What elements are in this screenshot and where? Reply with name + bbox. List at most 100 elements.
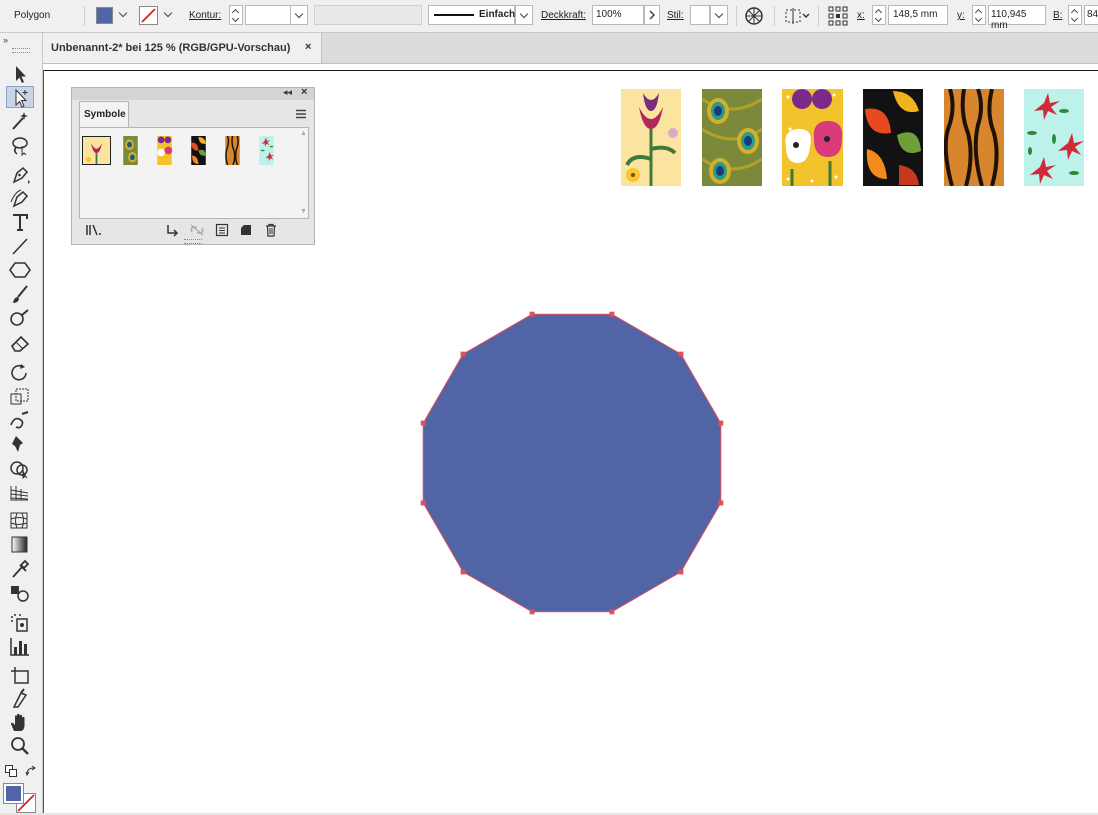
symbol-instance-tiger-stripes[interactable] [944,89,1004,186]
swap-fill-stroke-icon[interactable] [25,765,37,777]
break-link-icon[interactable] [189,223,205,237]
close-panel-icon[interactable]: × [301,86,307,98]
symbol-thumbnail-tiger-stripes[interactable] [218,136,247,165]
gradient-tool-icon[interactable] [6,533,34,555]
slice-tool-icon[interactable] [6,687,34,709]
blob-brush-tool-icon[interactable] [6,307,34,329]
panel-header[interactable]: ◂◂ × [72,86,314,100]
width-field[interactable]: 84 [1084,5,1098,25]
symbol-instance-pansy[interactable] [782,89,843,186]
symbol-thumbnail-pansy[interactable] [150,136,179,165]
toolbar-collapse-icon[interactable]: » [3,35,8,45]
stroke-color-swatch[interactable] [139,6,158,25]
lasso-tool-icon[interactable] [6,134,34,156]
selected-polygon[interactable] [415,306,731,620]
symbol-thumbnail-poinsettia[interactable] [252,136,281,165]
anchor-point[interactable] [678,569,684,575]
anchor-point[interactable] [529,609,535,615]
artboard-tool-icon[interactable] [6,663,34,685]
symbol-instance-lily[interactable] [621,89,681,186]
shape-builder-tool-icon[interactable] [6,457,34,479]
hand-tool-icon[interactable] [6,711,34,733]
delete-symbol-icon[interactable] [264,223,278,237]
opacity-label[interactable]: Deckkraft: [541,10,586,21]
symbol-instance-autumn-leaves[interactable] [863,89,923,186]
x-stepper[interactable] [872,5,886,25]
y-field[interactable]: 110,945 mm [988,5,1046,31]
type-tool-icon[interactable] [6,211,34,233]
symbols-tab[interactable]: Symbole [79,101,129,127]
symbol-instance-peacock[interactable] [702,89,762,186]
eraser-tool-icon[interactable] [6,331,34,353]
opacity-field[interactable]: 100% [592,5,644,25]
symbol-instance-poinsettia[interactable] [1024,89,1084,186]
warp-tool-icon[interactable] [6,409,34,431]
rotate-tool-icon[interactable] [6,361,34,383]
anchor-point[interactable] [718,420,724,426]
stroke-weight-stepper[interactable] [229,5,243,25]
curvature-tool-icon[interactable] [6,187,34,209]
eyedropper-tool-icon[interactable] [6,557,34,579]
graphic-style-dropdown[interactable] [710,5,728,25]
stroke-color-dropdown[interactable] [160,5,178,25]
polygon-shape[interactable] [422,313,722,613]
symbol-options-icon[interactable] [215,223,229,237]
direct-selection-tool-icon[interactable] [6,86,34,108]
blend-tool-icon[interactable] [6,581,34,603]
width-stepper[interactable] [1068,5,1082,25]
close-tab-icon[interactable]: × [305,41,311,53]
x-field[interactable]: 148,5 mm [888,5,948,25]
column-graph-tool-icon[interactable] [6,635,34,657]
line-tool-icon[interactable] [6,235,34,257]
variable-width-profile-select[interactable] [314,5,422,25]
place-symbol-instance-icon[interactable] [165,223,179,237]
zoom-tool-icon[interactable] [6,735,34,757]
panel-resize-grip[interactable] [184,239,202,244]
symbol-thumbnail-peacock[interactable] [116,136,145,165]
anchor-point[interactable] [529,311,535,317]
stroke-label[interactable]: Kontur: [189,10,221,21]
selection-tool-icon[interactable] [6,63,34,85]
anchor-point[interactable] [718,500,724,506]
scale-tool-icon[interactable] [6,385,34,407]
y-stepper[interactable] [972,5,986,25]
anchor-point[interactable] [460,351,466,357]
panel-menu-icon[interactable] [295,109,307,119]
style-label[interactable]: Stil: [667,10,684,21]
fill-color-dropdown[interactable] [115,5,133,25]
toolbar-grip[interactable] [12,48,30,53]
align-options-button[interactable] [784,7,812,25]
fill-color-box[interactable] [3,783,24,804]
recolor-artwork-icon[interactable] [744,6,764,26]
new-symbol-icon[interactable] [239,223,253,237]
fill-color-swatch[interactable] [96,7,113,24]
pen-tool-icon[interactable] [6,163,34,185]
default-fill-stroke-icon[interactable] [5,765,17,777]
mesh-tool-icon[interactable] [6,509,34,531]
paintbrush-tool-icon[interactable] [6,283,34,305]
reference-point-icon[interactable] [828,6,848,26]
brush-definition-dropdown[interactable] [515,5,533,25]
stroke-weight-dropdown[interactable] [290,5,308,25]
anchor-point[interactable] [609,609,615,615]
anchor-point[interactable] [460,569,466,575]
perspective-grid-tool-icon[interactable] [6,481,34,503]
symbol-libraries-menu-icon[interactable] [85,223,103,237]
polygon-tool-icon[interactable] [6,259,34,281]
collapse-panel-icon[interactable]: ◂◂ [283,87,292,98]
scroll-up-arrow-icon[interactable]: ▲ [300,130,307,137]
puppet-warp-tool-icon[interactable] [6,433,34,455]
symbol-thumbnail-lily[interactable] [82,136,111,165]
anchor-point[interactable] [678,351,684,357]
scroll-down-arrow-icon[interactable]: ▼ [300,208,307,215]
document-tab[interactable]: Unbenannt-2* bei 125 % (RGB/GPU-Vorschau… [43,33,322,63]
graphic-style-swatch[interactable] [690,5,710,25]
symbol-sprayer-tool-icon[interactable] [6,611,34,633]
brush-definition-select[interactable]: Einfach [428,5,515,25]
magic-wand-tool-icon[interactable] [6,110,34,132]
opacity-arrow-button[interactable] [644,5,660,25]
stroke-weight-field[interactable] [245,5,291,25]
anchor-point[interactable] [420,420,426,426]
symbol-thumbnail-autumn-leaves[interactable] [184,136,213,165]
anchor-point[interactable] [420,500,426,506]
